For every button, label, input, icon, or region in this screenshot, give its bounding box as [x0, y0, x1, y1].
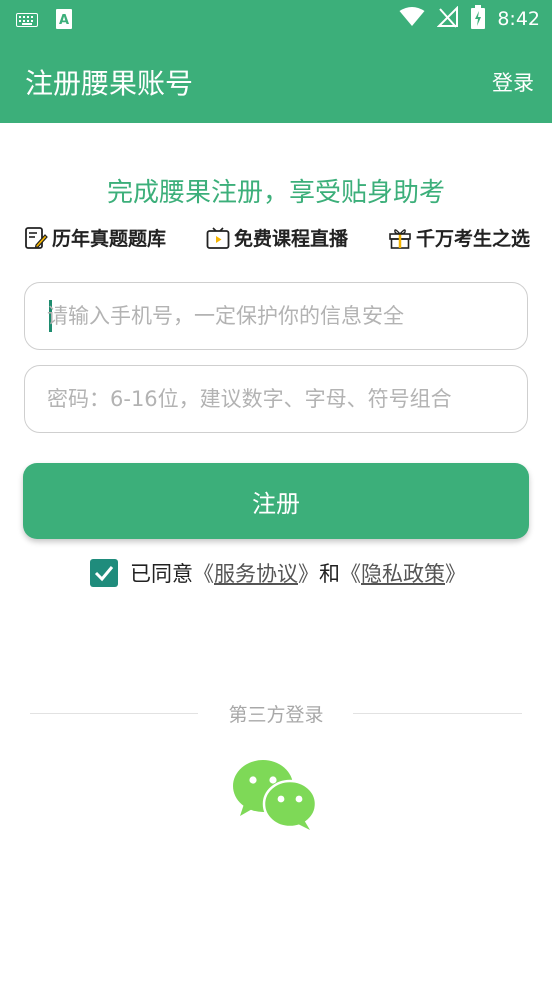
- terms-link[interactable]: 服务协议: [214, 558, 298, 588]
- agreement-and: 和: [319, 562, 340, 586]
- feature-list: 历年真题题库 免费课程直播 千万考生之选: [24, 224, 530, 251]
- feature-item: 免费课程直播: [206, 224, 348, 251]
- feature-label: 历年真题题库: [52, 228, 167, 250]
- bracket-open: 《: [193, 562, 214, 586]
- feature-item: 千万考生之选: [388, 224, 530, 251]
- status-bar: A 8:42: [0, 0, 552, 38]
- no-signal-icon: [436, 5, 459, 32]
- bracket-close: 》: [445, 562, 466, 586]
- headline: 完成腰果注册，享受贴身助考: [106, 178, 445, 208]
- page-title: 注册腰果账号: [25, 67, 194, 100]
- a-app-icon: A: [56, 9, 72, 33]
- agreement-prefix: 已同意: [130, 562, 193, 586]
- password-field-container: [24, 365, 528, 433]
- phone-field-container: [24, 282, 528, 350]
- agreement-row: 已同意 《 服务协议 》 和 《 隐私政策 》: [90, 558, 466, 588]
- feature-label: 免费课程直播: [233, 228, 348, 250]
- wifi-icon: [399, 7, 425, 31]
- third-party-label: 第三方登录: [228, 704, 324, 726]
- app-bar: 注册腰果账号 登录: [0, 38, 552, 123]
- checkmark-icon: [94, 566, 114, 582]
- gift-icon: [388, 226, 412, 250]
- password-input[interactable]: [47, 366, 507, 432]
- wechat-login-button[interactable]: [232, 756, 320, 834]
- status-time: 8:42: [497, 8, 540, 30]
- login-button[interactable]: 登录: [492, 67, 534, 97]
- battery-charging-icon: [471, 5, 486, 33]
- keyboard-icon: [16, 12, 38, 31]
- note-pencil-icon: [24, 226, 48, 250]
- feature-label: 千万考生之选: [415, 228, 530, 250]
- feature-item: 历年真题题库: [24, 224, 166, 251]
- wechat-icon: [233, 760, 318, 830]
- privacy-link[interactable]: 隐私政策: [361, 558, 445, 588]
- agreement-checkbox[interactable]: [90, 559, 118, 587]
- bracket-open: 《: [340, 562, 361, 586]
- tv-play-icon: [206, 226, 230, 250]
- svg-text:A: A: [59, 13, 69, 28]
- bracket-close: 》: [298, 562, 319, 586]
- register-button[interactable]: 注册: [23, 463, 529, 539]
- phone-input[interactable]: [47, 283, 507, 349]
- third-party-divider: 第三方登录: [30, 700, 522, 726]
